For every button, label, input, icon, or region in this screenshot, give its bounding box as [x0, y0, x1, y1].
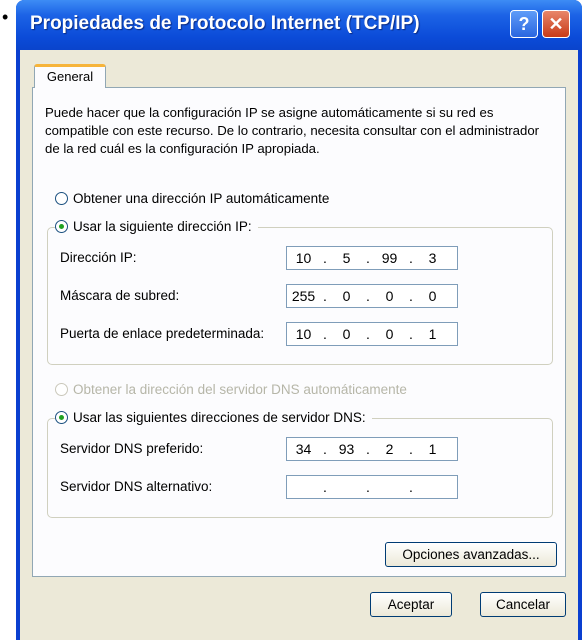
dns-auto-option[interactable]: Obtener la dirección del servidor DNS au… [55, 382, 413, 397]
octet-separator: . [409, 479, 413, 495]
ip-address-field[interactable]: 10. 5. 99. 3 [286, 246, 458, 270]
alternate-dns-field[interactable]: . . . [286, 475, 458, 499]
octet: 99 [381, 250, 398, 266]
octet: 255 [291, 288, 316, 304]
octet-separator: . [323, 250, 327, 266]
dialog-body: General Puede hacer que la configuración… [20, 50, 578, 640]
title-bar[interactable]: Propiedades de Protocolo Internet (TCP/I… [16, 0, 582, 50]
ip-group: Dirección IP: 10. 5. 99. 3 Máscara de su… [47, 227, 553, 365]
gateway-row: Puerta de enlace predeterminada: 10. 0. … [60, 322, 540, 346]
octet: 1 [428, 441, 437, 457]
ip-manual-option[interactable]: Usar la siguiente dirección IP: [55, 219, 258, 234]
octet: 0 [385, 288, 394, 304]
subnet-mask-field[interactable]: 255. 0. 0. 0 [286, 284, 458, 308]
ip-address-row: Dirección IP: 10. 5. 99. 3 [60, 246, 540, 270]
cancel-button[interactable]: Cancelar [480, 592, 566, 617]
ip-manual-radio[interactable] [55, 220, 68, 233]
octet: 1 [428, 326, 437, 342]
dialog-window: Propiedades de Protocolo Internet (TCP/I… [16, 0, 582, 640]
dns-auto-label: Obtener la dirección del servidor DNS au… [73, 382, 407, 397]
octet-separator: . [323, 441, 327, 457]
octet-separator: . [366, 479, 370, 495]
tab-panel-general: Puede hacer que la configuración IP se a… [32, 87, 566, 577]
preferred-dns-field[interactable]: 34. 93. 2. 1 [286, 437, 458, 461]
octet: 0 [428, 288, 437, 304]
octet: 0 [342, 326, 351, 342]
octet-separator: . [366, 288, 370, 304]
dns-manual-label: Usar las siguientes direcciones de servi… [73, 410, 366, 425]
advanced-options-button[interactable]: Opciones avanzadas... [385, 542, 557, 567]
dns-manual-option[interactable]: Usar las siguientes direcciones de servi… [55, 410, 372, 425]
ip-address-label: Dirección IP: [60, 250, 137, 265]
ok-button[interactable]: Aceptar [370, 592, 452, 617]
ip-auto-label: Obtener una dirección IP automáticamente [73, 191, 330, 206]
preferred-dns-label: Servidor DNS preferido: [60, 441, 204, 456]
octet: 2 [385, 441, 394, 457]
ip-auto-radio[interactable] [55, 192, 68, 205]
dns-auto-radio[interactable] [55, 383, 68, 396]
alternate-dns-label: Servidor DNS alternativo: [60, 479, 213, 494]
octet: 10 [295, 326, 312, 342]
list-bullet: • [2, 7, 9, 27]
octet: 10 [295, 250, 312, 266]
octet: 93 [338, 441, 355, 457]
octet-separator: . [323, 326, 327, 342]
gateway-field[interactable]: 10. 0. 0. 1 [286, 322, 458, 346]
ip-manual-label: Usar la siguiente dirección IP: [73, 219, 252, 234]
subnet-mask-label: Máscara de subred: [60, 288, 180, 303]
octet-separator: . [366, 441, 370, 457]
gateway-label: Puerta de enlace predeterminada: [60, 326, 265, 341]
tab-general[interactable]: General [34, 64, 106, 88]
octet: 0 [342, 288, 351, 304]
preferred-dns-row: Servidor DNS preferido: 34. 93. 2. 1 [60, 437, 540, 461]
dns-manual-radio[interactable] [55, 411, 68, 424]
octet-separator: . [409, 441, 413, 457]
window-title: Propiedades de Protocolo Internet (TCP/I… [30, 13, 420, 34]
close-button[interactable]: ✕ [542, 10, 570, 38]
dns-group: Servidor DNS preferido: 34. 93. 2. 1 Ser… [47, 418, 553, 518]
ip-auto-option[interactable]: Obtener una dirección IP automáticamente [55, 191, 336, 206]
octet-separator: . [366, 250, 370, 266]
octet: 5 [342, 250, 351, 266]
octet-separator: . [409, 288, 413, 304]
description-text: Puede hacer que la configuración IP se a… [45, 105, 540, 156]
help-button[interactable]: ? [510, 10, 538, 38]
octet: 0 [385, 326, 394, 342]
subnet-mask-row: Máscara de subred: 255. 0. 0. 0 [60, 284, 540, 308]
octet-separator: . [323, 479, 327, 495]
octet-separator: . [409, 250, 413, 266]
alternate-dns-row: Servidor DNS alternativo: . . . [60, 475, 540, 499]
octet: 34 [295, 441, 312, 457]
octet: 3 [428, 250, 437, 266]
octet-separator: . [409, 326, 413, 342]
octet-separator: . [323, 288, 327, 304]
octet-separator: . [366, 326, 370, 342]
